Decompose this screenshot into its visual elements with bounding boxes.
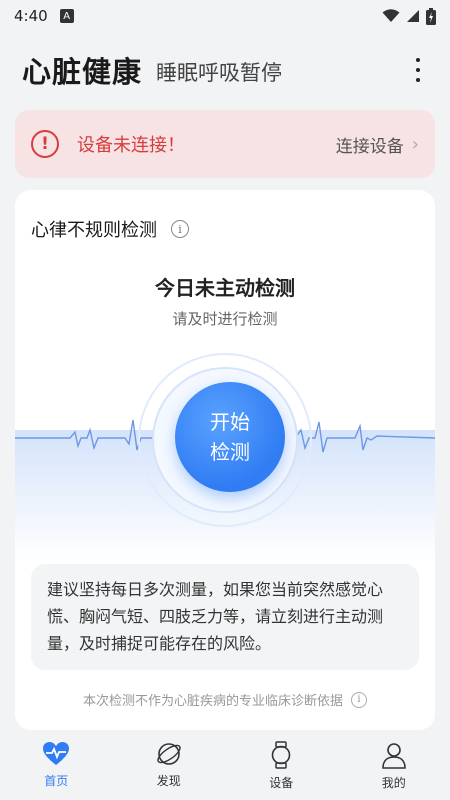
nav-label-device: 设备 [269,776,294,790]
app-header: 心脏健康 睡眠呼吸暂停 [0,40,450,100]
nav-item-home[interactable]: 首页 [0,735,113,800]
planet-icon [157,743,181,765]
start-detection-button[interactable]: 开始 检测 [175,382,285,492]
start-button-line1: 开始 [210,410,250,434]
watch-icon [271,741,291,769]
card-title: 心律不规则检测 [31,220,157,241]
status-time: 4:40 [14,7,48,25]
disclaimer: 本次检测不作为心脏疾病的专业临床诊断依据 i [15,690,435,709]
status-icons [382,7,436,25]
nav-item-device[interactable]: 设备 [225,735,338,800]
info-icon[interactable]: i [171,220,189,238]
signal-icon [407,10,419,22]
card-title-row: 心律不规则检测 i [31,216,189,242]
person-icon [381,743,406,769]
advice-box: 建议坚持每日多次测量，如果您当前突然感觉心慌、胸闷气短、四肢乏力等，请立刻进行主… [31,564,419,670]
chevron-right-icon: › [411,133,419,155]
nav-item-discover[interactable]: 发现 [113,735,226,800]
status-bar: 4:40 A [0,0,450,32]
nav-label-me: 我的 [381,776,406,790]
alert-message: 设备未连接！ [77,135,185,156]
start-button-line2: 检测 [210,440,250,464]
more-menu-icon[interactable] [408,52,428,88]
nav-label-discover: 发现 [156,774,181,788]
connect-device-button[interactable]: 连接设备 › [336,132,419,157]
alert-icon: ! [31,130,59,158]
heart-pulse-icon [43,742,70,765]
bottom-nav: 首页 发现 设备 我的 [0,735,450,800]
device-disconnected-banner: ! 设备未连接！ 连接设备 › [15,110,435,178]
nav-label-home: 首页 [44,774,69,788]
detection-status: 今日未主动检测 [155,276,295,300]
disclaimer-text: 本次检测不作为心脏疾病的专业临床诊断依据 [82,694,343,709]
detection-hint: 请及时进行检测 [172,310,278,328]
disclaimer-info-icon[interactable]: i [351,691,367,708]
battery-icon [426,7,436,25]
wifi-icon [382,9,400,22]
page-title: 心脏健康 [22,55,143,89]
tab-sleep-apnea[interactable]: 睡眠呼吸暂停 [156,57,282,87]
notification-badge-icon: A [59,9,74,23]
connect-device-label: 连接设备 [335,136,404,157]
nav-item-me[interactable]: 我的 [338,735,450,800]
arrhythmia-card: 心律不规则检测 i 今日未主动检测 请及时进行检测 开始 检测 建议坚持每日多次… [15,190,435,730]
